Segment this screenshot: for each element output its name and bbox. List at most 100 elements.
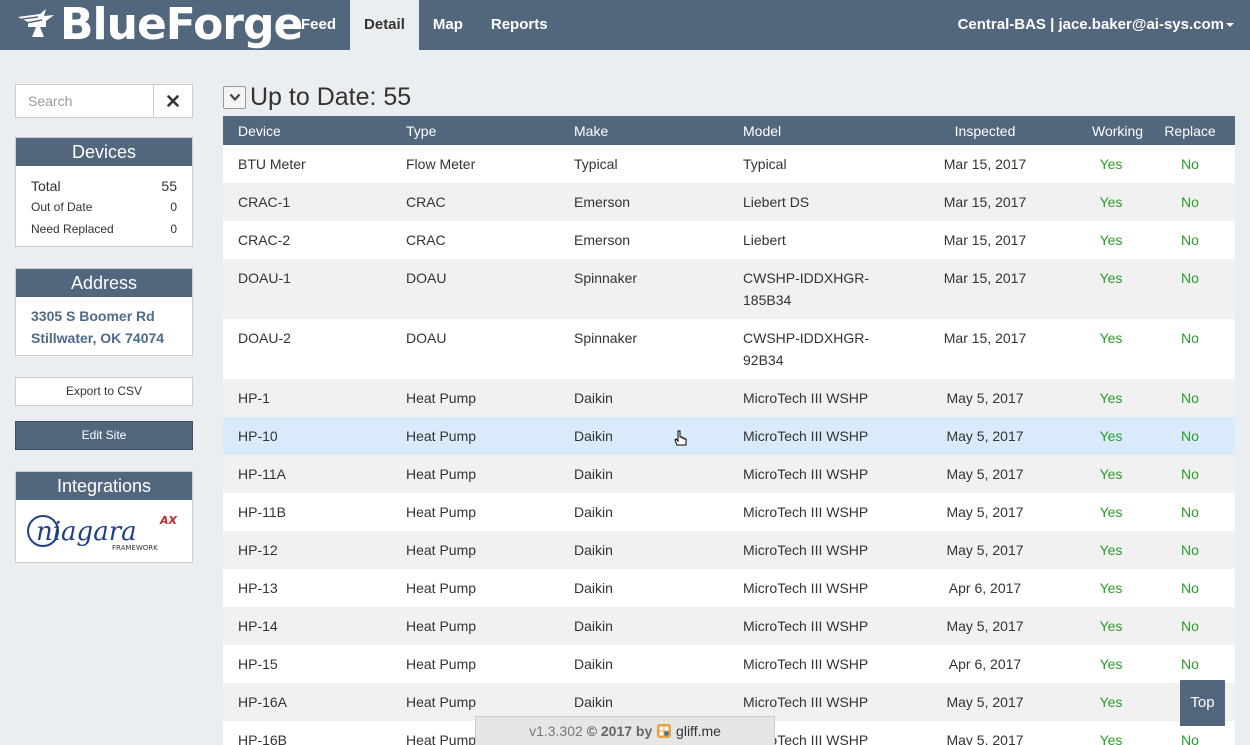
cell-working: Yes	[1099, 270, 1123, 286]
stat-need-replaced: Need Replaced 0	[16, 218, 192, 240]
cell-type: Heat Pump	[406, 466, 477, 482]
footer-gliff-link[interactable]: gliff.me	[676, 723, 721, 739]
cell-make: Daikin	[574, 656, 613, 672]
col-device-header[interactable]: Device	[223, 116, 391, 145]
cell-device: CRAC-2	[238, 232, 291, 248]
clear-search-button[interactable]	[153, 84, 193, 118]
edit-site-button[interactable]: Edit Site	[15, 421, 193, 450]
brand-logo[interactable]: BlueForge	[16, 2, 303, 48]
col-type-header[interactable]: Type	[391, 116, 559, 145]
nav-feed[interactable]: Feed	[287, 0, 350, 50]
device-table-container: Device Type Make Model Inspected Working…	[223, 116, 1235, 745]
cell-type: CRAC	[406, 194, 446, 210]
cell-inspected: Mar 15, 2017	[943, 232, 1027, 248]
user-menu-label: Central-BAS | jace.baker@ai-sys.com	[957, 16, 1224, 33]
cell-type: Heat Pump	[406, 618, 477, 634]
table-row[interactable]: HP-12 Heat Pump Daikin MicroTech III WSHP Ma…	[223, 531, 1235, 569]
table-row[interactable]: HP-15 Heat Pump Daikin MicroTech III WSHP Ap…	[223, 645, 1235, 683]
scroll-top-button[interactable]: Top	[1180, 680, 1225, 726]
cell-device: HP-12	[238, 542, 278, 558]
cell-replace: No	[1181, 390, 1199, 406]
hand-cursor-icon	[674, 430, 687, 446]
cell-type: DOAU	[406, 270, 447, 286]
cell-make: Emerson	[574, 194, 631, 210]
table-row[interactable]: CRAC-2 CRAC Emerson Liebert Mar 15, 2017 Yes N…	[223, 221, 1235, 259]
svg-text:FRAMEWORK: FRAMEWORK	[112, 544, 158, 552]
cell-type: Heat Pump	[406, 390, 477, 406]
top-navbar: BlueForge Feed Detail Map Reports Centra…	[0, 0, 1250, 50]
table-header-row: Device Type Make Model Inspected Working…	[223, 116, 1235, 145]
table-row[interactable]: HP-11B Heat Pump Daikin MicroTech III WSHP M…	[223, 493, 1235, 531]
cell-device: HP-1	[238, 390, 270, 406]
cell-replace: No	[1181, 330, 1199, 346]
nav-reports[interactable]: Reports	[477, 0, 562, 50]
caret-down-icon	[1226, 23, 1234, 28]
niagara-ax-logo-icon: niagara AX FRAMEWORK	[27, 514, 178, 552]
address-line2: Stillwater, OK 74074	[31, 330, 165, 346]
stat-total-label: Total	[31, 178, 61, 194]
anvil-flame-icon	[18, 9, 54, 37]
cell-type: Flow Meter	[406, 156, 476, 172]
address-link[interactable]: 3305 S Boomer Rd Stillwater, OK 74074	[16, 297, 192, 357]
cell-make: Typical	[574, 156, 618, 172]
collapse-toggle-button[interactable]	[223, 85, 246, 109]
cell-device: HP-11A	[238, 466, 286, 482]
stat-out-of-date: Out of Date 0	[16, 196, 192, 218]
cell-model: MicroTech III WSHP	[743, 390, 869, 406]
user-menu[interactable]: Central-BAS | jace.baker@ai-sys.com	[958, 0, 1234, 50]
cell-type: CRAC	[406, 232, 446, 248]
cell-model: Liebert DS	[743, 194, 810, 210]
cell-inspected: Mar 15, 2017	[943, 270, 1027, 286]
niagara-logo[interactable]: niagara AX FRAMEWORK	[16, 500, 192, 562]
cell-type: Heat Pump	[406, 428, 477, 444]
stat-out-of-date-label: Out of Date	[31, 200, 93, 214]
cell-model: MicroTech III WSHP	[743, 542, 869, 558]
col-working-header[interactable]: Working	[1077, 116, 1145, 145]
cell-device: HP-14	[238, 618, 278, 634]
cell-replace: No	[1181, 232, 1199, 248]
integrations-panel-title: Integrations	[16, 472, 192, 500]
cell-make: Daikin	[574, 542, 613, 558]
chevron-down-icon	[229, 93, 240, 102]
devices-panel: Devices Total 55 Out of Date 0 Need Repl…	[15, 137, 193, 247]
table-row[interactable]: CRAC-1 CRAC Emerson Liebert DS Mar 15, 2017 Y…	[223, 183, 1235, 221]
cell-inspected: May 5, 2017	[946, 542, 1024, 558]
cell-model: CWSHP-IDDXHGR-92B34	[743, 330, 869, 368]
address-panel-title: Address	[16, 269, 192, 297]
col-make-header[interactable]: Make	[559, 116, 728, 145]
cell-working: Yes	[1099, 466, 1123, 482]
cell-working: Yes	[1099, 232, 1123, 248]
col-replace-header[interactable]: Replace	[1145, 116, 1235, 145]
table-row[interactable]: BTU Meter Flow Meter Typical Typical Mar 15,…	[223, 145, 1235, 183]
cell-model: MicroTech III WSHP	[743, 618, 869, 634]
export-csv-button[interactable]: Export to CSV	[15, 377, 193, 406]
cell-model: Typical	[743, 156, 787, 172]
cell-make: Daikin	[574, 428, 613, 444]
nav-map[interactable]: Map	[419, 0, 477, 50]
table-row[interactable]: HP-11A Heat Pump Daikin MicroTech III WSHP M…	[223, 455, 1235, 493]
address-panel: Address 3305 S Boomer Rd Stillwater, OK …	[15, 268, 193, 356]
col-model-header[interactable]: Model	[728, 116, 893, 145]
cell-replace: No	[1181, 542, 1199, 558]
cell-make: Spinnaker	[574, 330, 638, 346]
table-row[interactable]: HP-13 Heat Pump Daikin MicroTech III WSHP Ap…	[223, 569, 1235, 607]
table-row[interactable]: DOAU-2 DOAU Spinnaker CWSHP-IDDXHGR-92B34 Ma…	[223, 319, 1235, 379]
cell-type: DOAU	[406, 330, 447, 346]
cell-device: HP-13	[238, 580, 278, 596]
nav-detail[interactable]: Detail	[350, 0, 419, 50]
cell-working: Yes	[1099, 694, 1123, 710]
svg-text:niagara: niagara	[36, 517, 137, 547]
table-row[interactable]: HP-10 Heat Pump Daikin MicroTech III WSHP Ma…	[223, 417, 1235, 455]
stat-total-value: 55	[161, 178, 177, 194]
cell-model: MicroTech III WSHP	[743, 428, 869, 444]
cell-model: MicroTech III WSHP	[743, 580, 869, 596]
col-inspected-header[interactable]: Inspected	[893, 116, 1077, 145]
table-row[interactable]: DOAU-1 DOAU Spinnaker CWSHP-IDDXHGR-185B34 M…	[223, 259, 1235, 319]
search-input[interactable]	[15, 84, 153, 118]
cell-inspected: Mar 15, 2017	[943, 330, 1027, 346]
section-title: Up to Date: 55	[250, 82, 412, 111]
cell-device: DOAU-1	[238, 270, 291, 286]
table-row[interactable]: HP-1 Heat Pump Daikin MicroTech III WSHP May…	[223, 379, 1235, 417]
cell-replace: No	[1181, 466, 1199, 482]
table-row[interactable]: HP-14 Heat Pump Daikin MicroTech III WSHP Ma…	[223, 607, 1235, 645]
